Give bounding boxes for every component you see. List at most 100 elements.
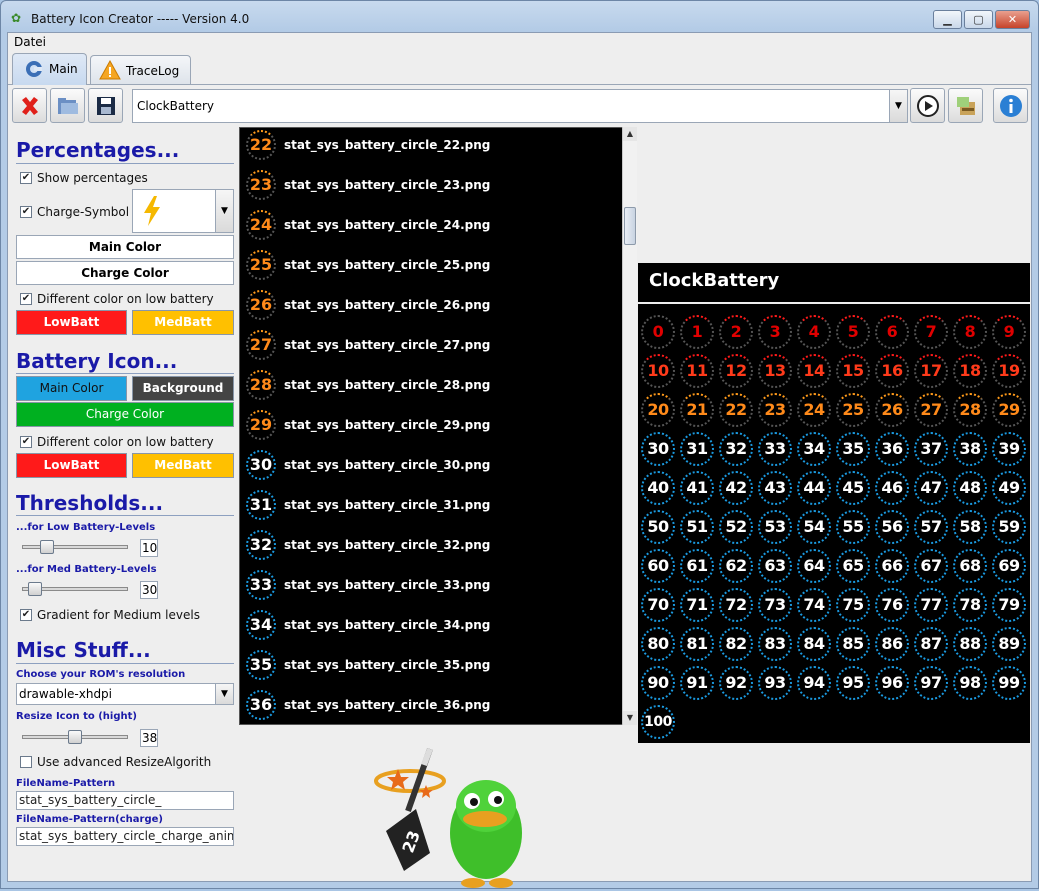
battery-medbatt-button[interactable]: MedBatt <box>132 453 234 478</box>
preview-level-icon: 26 <box>875 393 909 427</box>
preview-level-icon: 40 <box>641 471 675 505</box>
file-list-item[interactable]: 25 stat_sys_battery_circle_25.png <box>240 248 620 288</box>
percent-charge-color-button[interactable]: Charge Color <box>16 261 234 285</box>
minimize-button[interactable]: ▁ <box>933 10 962 29</box>
battery-background-button[interactable]: Background <box>132 376 234 401</box>
file-list-item[interactable]: 28 stat_sys_battery_circle_28.png <box>240 368 620 408</box>
file-list-item-icon: 27 <box>246 330 276 360</box>
play-button[interactable] <box>910 88 945 123</box>
preview-level-icon: 79 <box>992 588 1026 622</box>
low-threshold-slider-thumb[interactable] <box>40 540 54 554</box>
charge-symbol-select[interactable]: ▼ <box>132 189 234 233</box>
file-list-item[interactable]: 29 stat_sys_battery_circle_29.png <box>240 408 620 448</box>
lightning-bolt-icon <box>144 196 160 226</box>
scrollbar-thumb[interactable] <box>624 207 636 245</box>
chevron-down-icon[interactable]: ▼ <box>889 90 907 122</box>
preview-level-icon: 43 <box>758 471 792 505</box>
file-list-item-icon: 35 <box>246 650 276 680</box>
battery-charge-color-button[interactable]: Charge Color <box>16 402 234 427</box>
preview-level-icon: 82 <box>719 627 753 661</box>
resize-slider-thumb[interactable] <box>68 730 82 744</box>
maximize-button[interactable]: ▢ <box>964 10 993 29</box>
info-button[interactable] <box>993 88 1028 123</box>
file-list-item[interactable]: 22 stat_sys_battery_circle_22.png <box>240 128 620 168</box>
preview-level-icon: 56 <box>875 510 909 544</box>
charge-symbol-checkbox[interactable]: ✔ <box>20 206 32 218</box>
filename-pattern-input[interactable]: stat_sys_battery_circle_ <box>16 791 234 810</box>
thresholds-heading: Thresholds... <box>16 491 164 515</box>
med-threshold-slider-thumb[interactable] <box>28 582 42 596</box>
file-list-item-icon: 23 <box>246 170 276 200</box>
file-list-item[interactable]: 36 stat_sys_battery_circle_36.png <box>240 688 620 724</box>
battery-low-battery-color-checkbox[interactable]: ✔ <box>20 436 32 448</box>
percent-main-color-button[interactable]: Main Color <box>16 235 234 259</box>
preview-level-icon: 63 <box>758 549 792 583</box>
chevron-down-icon[interactable]: ▼ <box>215 684 233 704</box>
close-button[interactable]: ✕ <box>995 10 1030 29</box>
tab-tracelog[interactable]: TraceLog <box>90 55 191 85</box>
preview-level-icon: 66 <box>875 549 909 583</box>
percent-medbatt-button[interactable]: MedBatt <box>132 310 234 335</box>
preview-level-icon: 4 <box>797 315 831 349</box>
file-list-item[interactable]: 32 stat_sys_battery_circle_32.png <box>240 528 620 568</box>
file-list-item[interactable]: 26 stat_sys_battery_circle_26.png <box>240 288 620 328</box>
percentages-divider <box>16 163 234 164</box>
advanced-resize-checkbox[interactable] <box>20 756 32 768</box>
file-list-item[interactable]: 31 stat_sys_battery_circle_31.png <box>240 488 620 528</box>
preview-level-icon: 6 <box>875 315 909 349</box>
menu-file[interactable]: Datei <box>14 35 46 49</box>
gradient-checkbox[interactable]: ✔ <box>20 609 32 621</box>
preview-level-icon: 25 <box>836 393 870 427</box>
file-list-item-icon: 24 <box>246 210 276 240</box>
preview-level-icon: 28 <box>953 393 987 427</box>
filename-pattern-charge-label: FileName-Pattern(charge) <box>16 814 163 825</box>
save-button[interactable] <box>88 88 123 123</box>
file-list-item[interactable]: 27 stat_sys_battery_circle_27.png <box>240 328 620 368</box>
misc-divider <box>16 663 234 664</box>
scroll-down-icon[interactable]: ▼ <box>623 711 637 725</box>
tab-main[interactable]: Main <box>12 53 87 85</box>
file-list-item[interactable]: 30 stat_sys_battery_circle_30.png <box>240 448 620 488</box>
file-list-item-icon: 32 <box>246 530 276 560</box>
file-list-item-icon: 31 <box>246 490 276 520</box>
preview-level-icon: 29 <box>992 393 1026 427</box>
med-threshold-value[interactable]: 30 <box>140 581 158 599</box>
preview-level-icon: 7 <box>914 315 948 349</box>
preview-level-icon: 10 <box>641 354 675 388</box>
chevron-down-icon[interactable]: ▼ <box>215 190 233 232</box>
file-list-item[interactable]: 24 stat_sys_battery_circle_24.png <box>240 208 620 248</box>
preview-level-icon: 9 <box>992 315 1026 349</box>
open-button[interactable] <box>50 88 85 123</box>
percent-lowbatt-button[interactable]: LowBatt <box>16 310 127 335</box>
resolution-value: drawable-xhdpi <box>19 687 113 701</box>
resize-value[interactable]: 38 <box>140 729 158 747</box>
preview-level-icon: 21 <box>680 393 714 427</box>
preview-level-icon: 62 <box>719 549 753 583</box>
battery-lowbatt-button[interactable]: LowBatt <box>16 453 127 478</box>
low-threshold-slider[interactable] <box>22 545 128 549</box>
file-list-item[interactable]: 35 stat_sys_battery_circle_35.png <box>240 648 620 688</box>
file-list-item[interactable]: 33 stat_sys_battery_circle_33.png <box>240 568 620 608</box>
title-bar[interactable]: ✿ Battery Icon Creator ----- Version 4.0… <box>1 1 1038 33</box>
file-list-scrollbar[interactable]: ▲ ▼ <box>622 127 637 725</box>
preview-level-icon: 22 <box>719 393 753 427</box>
battery-icon-divider <box>16 373 234 374</box>
scroll-up-icon[interactable]: ▲ <box>623 127 637 141</box>
low-threshold-value[interactable]: 10 <box>140 539 158 557</box>
filename-pattern-charge-input[interactable]: stat_sys_battery_circle_charge_anim <box>16 827 234 846</box>
theme-select[interactable]: ClockBattery ▼ <box>132 89 908 123</box>
delete-button[interactable] <box>12 88 47 123</box>
menu-bar: Datei <box>8 33 1031 53</box>
advanced-resize-label: Use advanced ResizeAlgorith <box>37 755 212 769</box>
preview-level-icon: 83 <box>758 627 792 661</box>
export-button[interactable] <box>948 88 983 123</box>
file-list[interactable]: 22 stat_sys_battery_circle_22.png 23 stat_s… <box>239 127 637 725</box>
file-list-item[interactable]: 23 stat_sys_battery_circle_23.png <box>240 168 620 208</box>
file-list-item[interactable]: 34 stat_sys_battery_circle_34.png <box>240 608 620 648</box>
resolution-select[interactable]: drawable-xhdpi ▼ <box>16 683 234 705</box>
show-percentages-checkbox[interactable]: ✔ <box>20 172 32 184</box>
file-list-item-name: stat_sys_battery_circle_27.png <box>284 338 491 352</box>
preview-level-icon: 68 <box>953 549 987 583</box>
percent-low-battery-color-checkbox[interactable]: ✔ <box>20 293 32 305</box>
battery-main-color-button[interactable]: Main Color <box>16 376 127 401</box>
